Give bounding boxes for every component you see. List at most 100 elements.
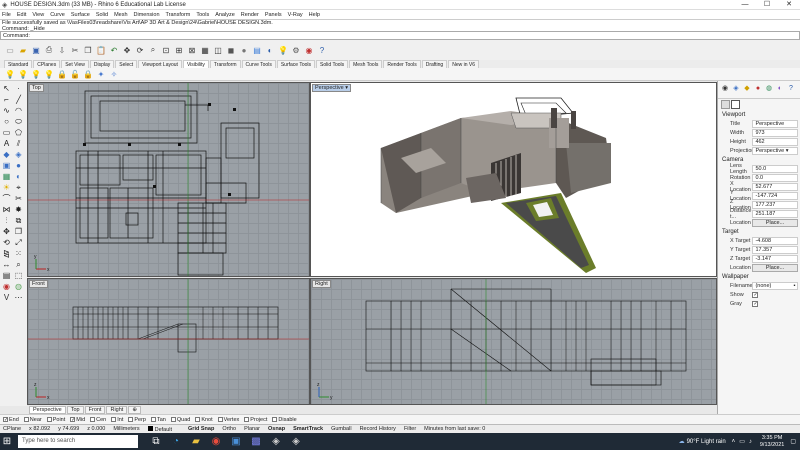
tab-new-in-v6[interactable]: New in V6	[448, 60, 480, 68]
block-icon[interactable]: ⬚	[13, 270, 24, 281]
viewport-label-front[interactable]: Front	[29, 280, 48, 288]
menu-transform[interactable]: Transform	[166, 12, 191, 18]
lightbulb-show-icon[interactable]: 💡	[4, 68, 16, 80]
rotate-view-icon[interactable]: ⟳	[134, 44, 146, 56]
more-tools-icon[interactable]: ⋯	[13, 292, 24, 303]
tab-curve-tools[interactable]: Curve Tools	[241, 60, 276, 68]
select-arrow-icon[interactable]: ↖	[1, 83, 12, 94]
tab-visibility[interactable]: Visibility	[182, 60, 209, 68]
wireframe-icon[interactable]: ◫	[212, 44, 224, 56]
view-tab-top[interactable]: Top	[66, 406, 84, 414]
zoom-selected-icon[interactable]: ⊠	[186, 44, 198, 56]
layer-icon[interactable]: ▤	[251, 44, 263, 56]
osnap-knot[interactable]: Knot	[195, 417, 213, 423]
menu-mesh[interactable]: Mesh	[114, 12, 127, 18]
move-icon[interactable]: ✥	[1, 226, 12, 237]
osnap-point[interactable]: Point	[46, 417, 65, 423]
tab-transform[interactable]: Transform	[209, 60, 241, 68]
viewport-label-right[interactable]: Right	[312, 280, 331, 288]
zoom-icon[interactable]: ⌕	[147, 44, 159, 56]
distance-field[interactable]: 251.187	[752, 209, 798, 218]
trim-icon[interactable]: ✂	[13, 193, 24, 204]
target-place-button[interactable]: Place...	[752, 263, 798, 272]
point-icon[interactable]: ·	[13, 83, 24, 94]
lightbulb-icon[interactable]: 💡	[277, 44, 289, 56]
menu-view[interactable]: View	[32, 12, 44, 18]
viewport-top[interactable]: Top x y	[27, 82, 310, 277]
print-icon[interactable]: ⎙	[43, 44, 55, 56]
osnap-int[interactable]: Int	[111, 417, 123, 423]
x-location-field[interactable]: 52.677	[752, 182, 798, 191]
chrome-icon[interactable]: ◉	[208, 435, 224, 449]
viewport-front[interactable]: Front x z	[27, 278, 310, 405]
gray-checkbox[interactable]: ✓	[752, 300, 759, 307]
weather-text[interactable]: 90°F Light rain	[687, 439, 726, 445]
explode-icon[interactable]: ✸	[13, 204, 24, 215]
join-icon[interactable]: ⋈	[1, 204, 12, 215]
tab-surface-tools[interactable]: Surface Tools	[276, 60, 316, 68]
gumball-toggle[interactable]: Gumball	[331, 426, 351, 432]
x-target-field[interactable]: -4.608	[752, 236, 798, 245]
osnap-perp[interactable]: Perp	[128, 417, 146, 423]
surface-icon[interactable]: ◆	[1, 149, 12, 160]
view-tab-front[interactable]: Front	[84, 406, 106, 414]
render-tab-icon[interactable]: ●	[753, 84, 763, 94]
copy-object-icon[interactable]: ❐	[13, 226, 24, 237]
menu-solid[interactable]: Solid	[96, 12, 108, 18]
show-checkbox[interactable]: ✓	[752, 291, 759, 298]
object-properties-icon[interactable]	[721, 100, 730, 109]
rhino-taskbar-icon[interactable]: ◈	[268, 435, 284, 449]
group-icon[interactable]: ⧉	[13, 215, 24, 226]
layers-tab-icon[interactable]: ◈	[731, 84, 741, 94]
box-icon[interactable]: ▣	[1, 160, 12, 171]
extrude-icon[interactable]: ◈	[13, 149, 24, 160]
volume-icon[interactable]: ♪	[749, 439, 752, 445]
ortho-toggle[interactable]: Ortho	[222, 426, 236, 432]
osnap-disable[interactable]: Disable	[272, 417, 297, 423]
four-view-icon[interactable]: ▦	[199, 44, 211, 56]
filter-toggle[interactable]: Filter	[404, 426, 416, 432]
ellipse-icon[interactable]: ⬭	[13, 116, 24, 127]
light-icon[interactable]: ☀	[1, 182, 12, 193]
show-points-icon[interactable]: ✦	[95, 68, 107, 80]
save-icon[interactable]: ▣	[30, 44, 42, 56]
view-tab-right[interactable]: Right	[106, 406, 128, 414]
grid-snap-toggle[interactable]: Grid Snap	[188, 426, 214, 432]
viewport-title-field[interactable]: Perspective	[752, 119, 798, 128]
osnap-toggle[interactable]: Osnap	[268, 426, 285, 432]
menu-analyze[interactable]: Analyze	[215, 12, 235, 18]
rhino-taskbar-icon-2[interactable]: ◈	[288, 435, 304, 449]
camera-place-button[interactable]: Place...	[752, 218, 798, 227]
menu-help[interactable]: Help	[309, 12, 320, 18]
show-selected-icon[interactable]: 💡	[30, 68, 42, 80]
layer-indicator[interactable]: Default	[147, 425, 180, 433]
osnap-quad[interactable]: Quad	[170, 417, 190, 423]
options-icon[interactable]: ⚙	[290, 44, 302, 56]
menu-curve[interactable]: Curve	[50, 12, 65, 18]
menu-vray[interactable]: V-Ray	[288, 12, 303, 18]
file-explorer-icon[interactable]: ▰	[188, 435, 204, 449]
y-location-field[interactable]: -147.724	[752, 191, 798, 200]
material-tab-icon[interactable]: ◍	[764, 84, 774, 94]
taskbar-search-input[interactable]: Type here to search	[18, 435, 138, 448]
shaded-icon[interactable]: ◼	[225, 44, 237, 56]
open-file-icon[interactable]: ▰	[17, 44, 29, 56]
rotation-field[interactable]: 0.0	[752, 173, 798, 182]
vray-icon[interactable]: V	[1, 292, 12, 303]
hide-points-icon[interactable]: ✧	[108, 68, 120, 80]
tab-select[interactable]: Select	[115, 60, 138, 68]
chevron-down-icon[interactable]: ▾	[345, 85, 348, 91]
pan-icon[interactable]: ✥	[121, 44, 133, 56]
rendered-icon[interactable]: ●	[238, 44, 250, 56]
arc-icon[interactable]: ◠	[13, 105, 24, 116]
tab-set-view[interactable]: Set View	[61, 60, 89, 68]
projection-select[interactable]: Perspective ▾	[752, 146, 798, 155]
tab-drafting[interactable]: Drafting	[421, 60, 448, 68]
lock-icon[interactable]: 🔒	[56, 68, 68, 80]
array-icon[interactable]: ⁙	[13, 248, 24, 259]
properties-icon[interactable]: ◐	[264, 44, 276, 56]
osnap-tan[interactable]: Tan	[150, 417, 166, 423]
windows-start-icon[interactable]: ⊞	[0, 436, 14, 447]
network-icon[interactable]: ▭	[739, 438, 745, 445]
lens-length-field[interactable]: 50.0	[752, 164, 798, 173]
